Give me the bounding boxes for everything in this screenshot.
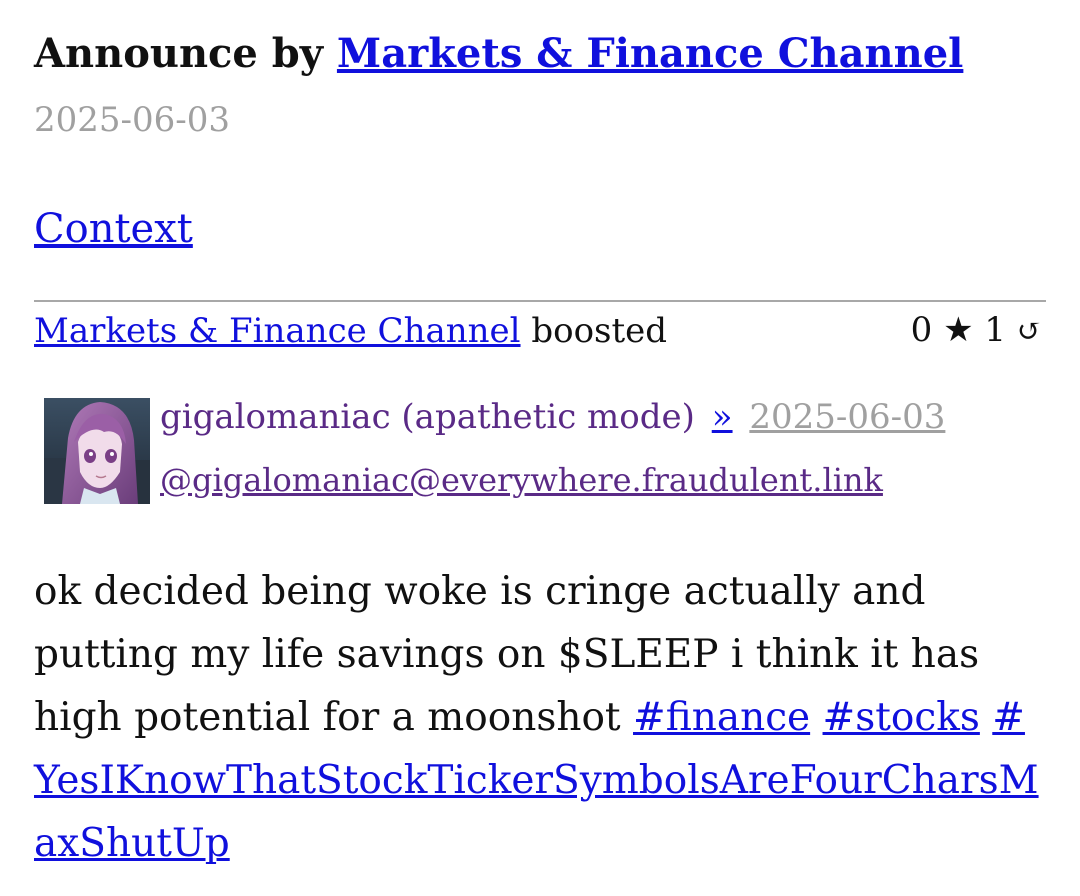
boost-row: Markets & Finance Channel boosted 0 ★ 1 …: [34, 310, 1046, 352]
post-stats: 0 ★ 1 ↺: [911, 310, 1046, 352]
divider: [34, 300, 1046, 302]
announce-heading: Announce by Markets & Finance Channel 20…: [34, 22, 1046, 152]
context-link[interactable]: Context: [34, 206, 193, 252]
post-author: gigalomaniac (apathetic mode) » 2025-06-…: [44, 396, 1046, 504]
boost-action-label: boosted: [531, 311, 668, 351]
announce-prefix: Announce by: [34, 30, 323, 77]
avatar[interactable]: [44, 398, 150, 504]
author-meta: gigalomaniac (apathetic mode) » 2025-06-…: [160, 396, 945, 500]
boosts-count: 1: [984, 310, 1007, 350]
star-icon[interactable]: ★: [943, 310, 973, 350]
post-permalink[interactable]: »: [712, 397, 733, 437]
hashtag-finance[interactable]: #finance: [633, 695, 810, 740]
boost-info: Markets & Finance Channel boosted: [34, 311, 667, 351]
boost-channel-link[interactable]: Markets & Finance Channel: [34, 311, 521, 351]
author-display-name[interactable]: gigalomaniac (apathetic mode): [160, 397, 695, 437]
favorites-count: 0: [910, 310, 933, 350]
context-row: Context: [34, 204, 1046, 254]
author-line: gigalomaniac (apathetic mode) » 2025-06-…: [160, 396, 945, 438]
author-handle-link[interactable]: @gigalomaniac@everywhere.fraudulent.link: [160, 460, 883, 500]
hashtag-stocks[interactable]: #stocks: [823, 695, 980, 740]
announce-date: 2025-06-03: [34, 100, 231, 140]
post-date-link[interactable]: 2025-06-03: [749, 397, 945, 437]
boost-icon[interactable]: ↺: [1017, 314, 1042, 349]
announce-channel-link[interactable]: Markets & Finance Channel: [337, 30, 963, 77]
page: Announce by Markets & Finance Channel 20…: [0, 0, 1080, 875]
post-content: ok decided being woke is cringe actually…: [34, 560, 1046, 875]
